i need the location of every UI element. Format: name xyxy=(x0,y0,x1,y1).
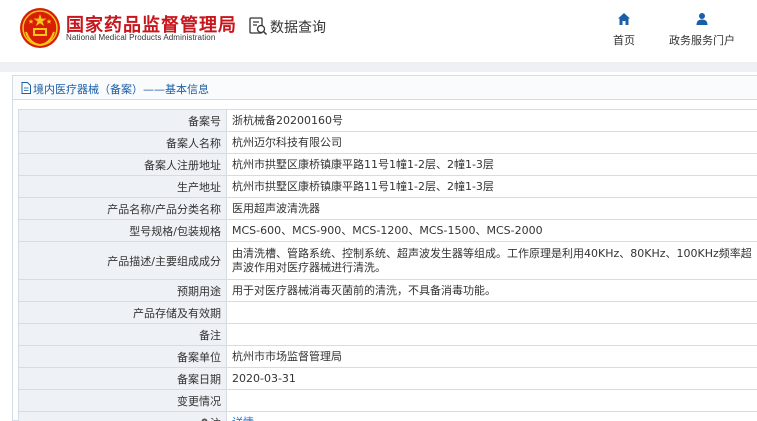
site-header: 国家药品监督管理局 National Medical Products Admi… xyxy=(0,0,757,62)
row-label: 备案日期 xyxy=(18,367,227,390)
row-label: 备案人名称 xyxy=(18,131,227,154)
nav-home-label: 首页 xyxy=(613,34,635,47)
details-link[interactable]: 详情 xyxy=(232,416,254,421)
nav-service-portal-link[interactable]: 政务服务门户 xyxy=(660,10,744,50)
table-row: 型号规格/包装规格 MCS-600、MCS-900、MCS-1200、MCS-1… xyxy=(18,219,757,242)
table-row: 备注 xyxy=(18,323,757,346)
row-value: 杭州市拱墅区康桥镇康平路11号1幢1-2层、2幢1-3层 xyxy=(226,175,757,198)
row-label: 备案号 xyxy=(18,109,227,132)
table-row: 备案人注册地址 杭州市拱墅区康桥镇康平路11号1幢1-2层、2幢1-3层 xyxy=(18,153,757,176)
row-value: 医用超声波清洗器 xyxy=(226,197,757,220)
row-value: 杭州市市场监督管理局 xyxy=(226,345,757,368)
row-label: 型号规格/包装规格 xyxy=(18,219,227,242)
row-value: 用于对医疗器械消毒灭菌前的清洗，不具备消毒功能。 xyxy=(226,279,757,302)
table-row: 备案人名称 杭州迈尔科技有限公司 xyxy=(18,131,757,154)
table-row: 备案日期 2020-03-31 xyxy=(18,367,757,390)
row-value: 由清洗槽、管路系统、控制系统、超声波发生器等组成。工作原理是利用40KHz、80… xyxy=(226,241,757,280)
row-value xyxy=(226,301,757,324)
info-table: 备案号 浙杭械备20200160号 备案人名称 杭州迈尔科技有限公司 备案人注册… xyxy=(18,109,757,421)
row-label: 变更情况 xyxy=(18,389,227,412)
table-row: 预期用途 用于对医疗器械消毒灭菌前的清洗，不具备消毒功能。 xyxy=(18,279,757,302)
basic-info-panel: 境内医疗器械（备案）——基本信息 备案号 浙杭械备20200160号 备案人名称… xyxy=(12,75,757,421)
row-value: MCS-600、MCS-900、MCS-1200、MCS-1500、MCS-20… xyxy=(226,219,757,242)
site-subtitle: National Medical Products Administration xyxy=(66,33,216,42)
table-row: 备案号 浙杭械备20200160号 xyxy=(18,109,757,132)
data-query-icon xyxy=(249,17,268,36)
table-row: 产品描述/主要组成成分 由清洗槽、管路系统、控制系统、超声波发生器等组成。工作原… xyxy=(18,241,757,280)
map-pin-icon xyxy=(201,418,208,421)
national-emblem-icon xyxy=(20,8,60,48)
row-label: 产品存储及有效期 xyxy=(18,301,227,324)
row-label: 备案人注册地址 xyxy=(18,153,227,176)
row-value xyxy=(226,323,757,346)
row-value xyxy=(226,389,757,412)
row-value: 杭州市拱墅区康桥镇康平路11号1幢1-2层、2幢1-3层 xyxy=(226,153,757,176)
table-row: 产品名称/产品分类名称 医用超声波清洗器 xyxy=(18,197,757,220)
row-label: 备注 xyxy=(18,323,227,346)
row-label: 产品描述/主要组成成分 xyxy=(18,241,227,280)
nav-service-portal-label: 政务服务门户 xyxy=(669,34,735,47)
panel-header: 境内医疗器械（备案）——基本信息 xyxy=(13,76,757,100)
table-row: 备案单位 杭州市市场监督管理局 xyxy=(18,345,757,368)
table-row: 产品存储及有效期 xyxy=(18,301,757,324)
note-row: 注 详情 xyxy=(18,411,757,421)
nav-home-link[interactable]: 首页 xyxy=(604,10,644,50)
row-label: 备案单位 xyxy=(18,345,227,368)
row-value: 浙杭械备20200160号 xyxy=(226,109,757,132)
row-value: 杭州迈尔科技有限公司 xyxy=(226,131,757,154)
row-label: 预期用途 xyxy=(18,279,227,302)
panel-title: 境内医疗器械（备案）——基本信息 xyxy=(33,83,209,96)
note-value-cell: 详情 xyxy=(226,411,757,421)
table-row: 变更情况 xyxy=(18,389,757,412)
row-label: 生产地址 xyxy=(18,175,227,198)
header-separator xyxy=(0,62,757,72)
row-label: 产品名称/产品分类名称 xyxy=(18,197,227,220)
home-icon xyxy=(618,13,630,25)
note-label: 注 xyxy=(210,415,221,421)
row-value: 2020-03-31 xyxy=(226,367,757,390)
document-icon xyxy=(21,82,31,94)
table-row: 生产地址 杭州市拱墅区康桥镇康平路11号1幢1-2层、2幢1-3层 xyxy=(18,175,757,198)
data-query-label: 数据查询 xyxy=(270,20,326,36)
note-label-cell: 注 xyxy=(18,411,227,421)
user-icon xyxy=(696,13,708,25)
